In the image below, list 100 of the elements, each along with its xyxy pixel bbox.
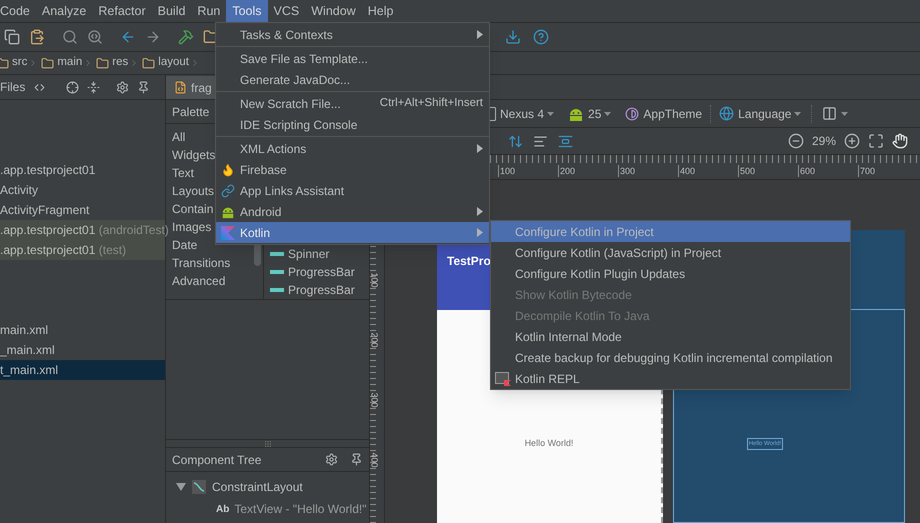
menu-bar-item[interactable]: Build: [152, 0, 192, 22]
hammer-icon[interactable]: [178, 29, 194, 45]
palette-category[interactable]: Transitions: [166, 254, 263, 272]
menu-item[interactable]: Kotlin: [216, 222, 489, 243]
help-icon[interactable]: [533, 29, 549, 45]
search-replace-icon[interactable]: [87, 29, 103, 45]
menu-item[interactable]: IDE Scripting Console: [216, 114, 489, 135]
widget-icon: [270, 249, 284, 259]
console-icon: [495, 372, 511, 386]
tree-row[interactable]: .app.testproject01 (test): [0, 240, 165, 260]
settings-icon[interactable]: [116, 80, 130, 94]
zoom-in-icon[interactable]: [844, 133, 860, 149]
forward-icon[interactable]: [145, 29, 161, 45]
panel-title[interactable]: Files: [0, 78, 26, 96]
breadcrumb-item[interactable]: res: [112, 54, 128, 72]
layout-variants-icon[interactable]: [822, 106, 838, 121]
menu-item[interactable]: Create backup for debugging Kotlin incremental compilation: [491, 347, 850, 368]
submenu-arrow-icon: [477, 228, 483, 237]
constraint-layout-icon: [192, 480, 206, 494]
xml-file-icon: [174, 81, 187, 94]
language-dropdown[interactable]: Language: [738, 104, 802, 122]
align-icon[interactable]: [533, 134, 548, 148]
tree-row[interactable]: t_main.xml: [0, 360, 165, 380]
collapse-icon[interactable]: [87, 80, 100, 94]
menu-item[interactable]: Configure Kotlin (JavaScript) in Project: [491, 242, 850, 263]
menu-bar-item[interactable]: Refactor: [92, 0, 152, 22]
tree-item[interactable]: ConstraintLayout: [212, 478, 303, 496]
tree-row[interactable]: Activity: [0, 180, 165, 200]
device-dropdown[interactable]: Nexus 4: [500, 104, 554, 122]
menu-bar-item[interactable]: Code: [0, 0, 36, 22]
locate-icon[interactable]: [66, 80, 80, 94]
caret-icon: [794, 112, 802, 116]
tree-item[interactable]: TextView - "Hello World!": [234, 500, 366, 518]
caret-icon: [547, 112, 554, 116]
copy-icon[interactable]: [4, 29, 20, 45]
flame-icon: [221, 162, 235, 176]
palette-widget[interactable]: ProgressBar: [288, 281, 355, 299]
pan-icon[interactable]: [892, 133, 908, 149]
tree-row[interactable]: ActivityFragment: [0, 200, 165, 220]
pin-icon[interactable]: [137, 80, 150, 94]
menu-item[interactable]: Configure Kotlin Plugin Updates: [491, 263, 850, 284]
paste-icon[interactable]: [29, 29, 45, 45]
pin-icon[interactable]: [350, 453, 363, 466]
menu-bar-item[interactable]: Help: [362, 0, 400, 22]
theme-button[interactable]: AppTheme: [643, 104, 702, 122]
menu-bar-item[interactable]: Window: [305, 0, 362, 22]
android-icon: [221, 204, 235, 218]
breadcrumb-item[interactable]: src: [12, 54, 28, 72]
link-icon: [221, 184, 235, 198]
kotlin-icon: [221, 226, 235, 240]
ruler-label: 200: [558, 165, 576, 177]
globe-icon: [719, 106, 734, 121]
breadcrumb-item[interactable]: layout: [158, 54, 189, 72]
menu-bar-item[interactable]: Analyze: [36, 0, 92, 22]
ruler-label: 100: [370, 272, 380, 288]
submenu-arrow-icon: [477, 207, 483, 216]
widget-icon: [270, 267, 284, 277]
caret-icon: [841, 112, 848, 116]
submenu-arrow-icon: [477, 144, 483, 153]
breadcrumb-item[interactable]: main: [57, 54, 82, 72]
ruler-label: 400: [370, 452, 380, 468]
ruler-label: 100: [498, 165, 516, 177]
api-dropdown[interactable]: 25: [588, 104, 612, 122]
menu-item[interactable]: XML Actions: [216, 138, 489, 159]
ruler-label: 200: [370, 332, 380, 348]
ruler-label: 500: [738, 165, 756, 177]
tree-row[interactable]: _main.xml: [0, 340, 165, 360]
splitter-grip-icon[interactable]: [264, 440, 272, 448]
pack-icon[interactable]: [508, 134, 523, 148]
back-icon[interactable]: [120, 29, 136, 45]
settings-icon[interactable]: [325, 453, 338, 466]
menu-item[interactable]: Kotlin REPL: [491, 368, 850, 389]
menu-item[interactable]: Kotlin Internal Mode: [491, 326, 850, 347]
ruler-label: 300: [370, 392, 380, 408]
ruler-label: 600: [798, 165, 816, 177]
menu-item[interactable]: Save File as Template...: [216, 48, 489, 69]
fit-screen-icon[interactable]: [868, 133, 884, 149]
palette-category[interactable]: Advanced: [166, 272, 263, 290]
menu-bar-item[interactable]: Tools: [226, 0, 268, 22]
menu-item[interactable]: App Links Assistant: [216, 180, 489, 201]
menu-bar-item[interactable]: VCS: [268, 0, 306, 22]
expand-triangle-icon[interactable]: [176, 483, 186, 491]
sdk-download-icon[interactable]: [505, 29, 521, 45]
panel-title: Palette: [172, 104, 210, 120]
palette-widget[interactable]: ProgressBar: [288, 263, 355, 281]
widget-icon: [270, 285, 284, 295]
tree-row[interactable]: main.xml: [0, 320, 165, 340]
hello-text[interactable]: Hello World!: [524, 437, 574, 450]
menu-bar-item[interactable]: Run: [191, 0, 226, 22]
menu-item[interactable]: Android: [216, 201, 489, 222]
search-icon[interactable]: [62, 29, 78, 45]
zoom-out-icon[interactable]: [788, 133, 804, 149]
zoom-level: 29%: [812, 133, 836, 150]
menu-item[interactable]: Firebase: [216, 159, 489, 180]
menu-item[interactable]: Tasks & Contexts: [216, 24, 489, 45]
caret-icon: [604, 112, 612, 116]
folder-icon: [96, 56, 110, 70]
palette-widget[interactable]: Spinner: [288, 245, 330, 263]
tree-row[interactable]: .app.testproject01: [0, 160, 165, 180]
guidelines-icon[interactable]: [558, 134, 573, 148]
